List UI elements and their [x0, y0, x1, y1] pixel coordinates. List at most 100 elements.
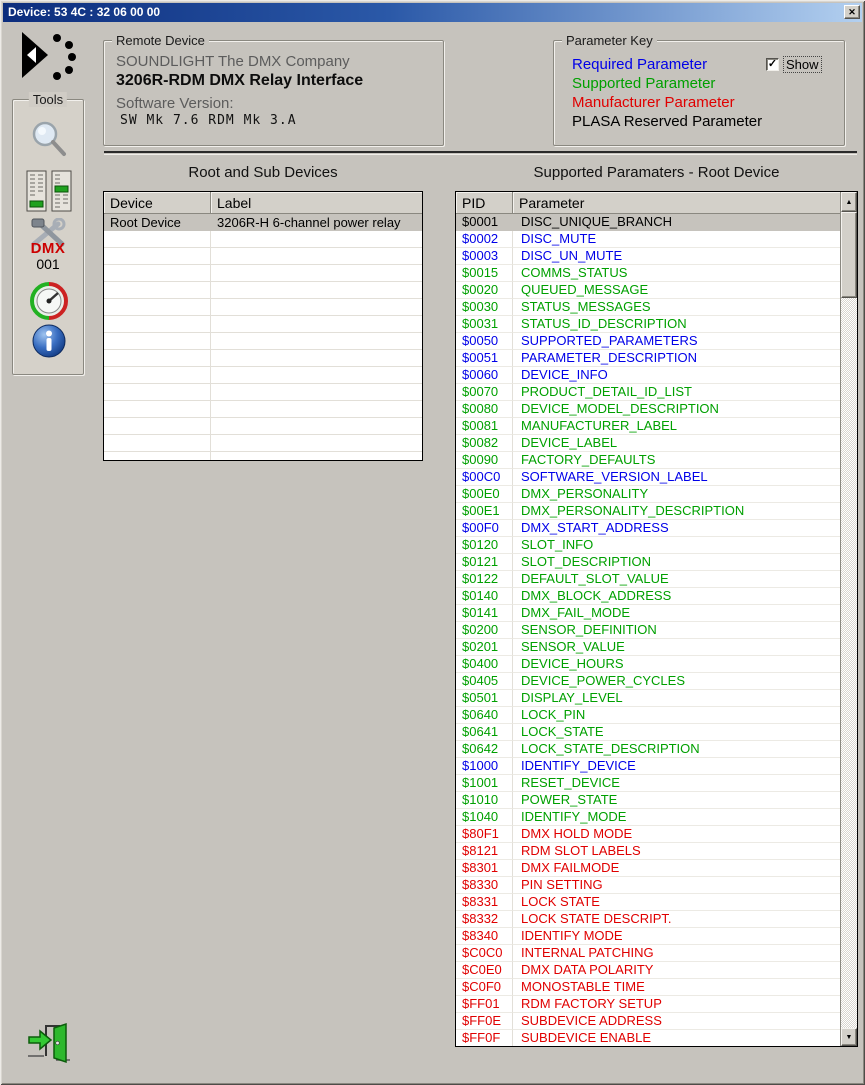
parameter-row[interactable]: $0642 LOCK_STATE_DESCRIPTION — [456, 741, 840, 758]
device-row[interactable]: Root Device 3206R-H 6-channel power relay — [104, 214, 422, 231]
device-row-empty[interactable] — [104, 231, 422, 248]
device-row-empty[interactable] — [104, 418, 422, 435]
parameter-row[interactable]: $00C0 SOFTWARE_VERSION_LABEL — [456, 469, 840, 486]
parameter-row[interactable]: $00F0 DMX_START_ADDRESS — [456, 520, 840, 537]
parameter-row[interactable]: $80F1 DMX HOLD MODE — [456, 826, 840, 843]
parameter-row[interactable]: $0020 QUEUED_MESSAGE — [456, 282, 840, 299]
parameter-row[interactable]: $FF0E SUBDEVICE ADDRESS — [456, 1013, 840, 1030]
parameter-row[interactable]: $1040 IDENTIFY_MODE — [456, 809, 840, 826]
parameter-row[interactable]: $0060 DEVICE_INFO — [456, 367, 840, 384]
device-cell — [211, 316, 422, 333]
device-row-empty[interactable] — [104, 282, 422, 299]
parameter-name: DMX_START_ADDRESS — [513, 520, 840, 537]
parameter-row[interactable]: $0090 FACTORY_DEFAULTS — [456, 452, 840, 469]
device-row-empty[interactable] — [104, 452, 422, 460]
parameter-row[interactable]: $0405 DEVICE_POWER_CYCLES — [456, 673, 840, 690]
parameter-row[interactable]: $0121 SLOT_DESCRIPTION — [456, 554, 840, 571]
parameter-row[interactable]: $1001 RESET_DEVICE — [456, 775, 840, 792]
scrollbar-thumb[interactable] — [841, 212, 857, 298]
parameter-row[interactable]: $0640 LOCK_PIN — [456, 707, 840, 724]
parameter-name: COMMS_STATUS — [513, 265, 840, 282]
parameter-row[interactable]: $0140 DMX_BLOCK_ADDRESS — [456, 588, 840, 605]
device-row-empty[interactable] — [104, 316, 422, 333]
close-button[interactable]: ✕ — [844, 5, 860, 19]
parameter-pid: $00C0 — [456, 469, 513, 486]
parameter-row[interactable]: $0082 DEVICE_LABEL — [456, 435, 840, 452]
device-row-empty[interactable] — [104, 333, 422, 350]
dmx-faders-tool-icon[interactable] — [26, 170, 72, 212]
device-row-empty[interactable] — [104, 435, 422, 452]
parameter-row[interactable]: $0200 SENSOR_DEFINITION — [456, 622, 840, 639]
parameter-row[interactable]: $8301 DMX FAILMODE — [456, 860, 840, 877]
search-tool-icon[interactable] — [30, 120, 68, 158]
column-header-device[interactable]: Device — [104, 192, 211, 214]
exit-door-icon[interactable] — [26, 1020, 72, 1066]
device-row-empty[interactable] — [104, 248, 422, 265]
parameter-row[interactable]: $0400 DEVICE_HOURS — [456, 656, 840, 673]
parameter-name: DMX_BLOCK_ADDRESS — [513, 588, 840, 605]
parameter-row[interactable]: $0081 MANUFACTURER_LABEL — [456, 418, 840, 435]
parameter-row[interactable]: $0141 DMX_FAIL_MODE — [456, 605, 840, 622]
parameters-table-header: PID Parameter — [456, 192, 840, 214]
parameter-row[interactable]: $0501 DISPLAY_LEVEL — [456, 690, 840, 707]
parameter-pid: $8332 — [456, 911, 513, 928]
parameter-pid: $0501 — [456, 690, 513, 707]
parameter-row[interactable]: $C0F0 MONOSTABLE TIME — [456, 979, 840, 996]
device-row-empty[interactable] — [104, 401, 422, 418]
parameter-name: LOCK_STATE — [513, 724, 840, 741]
title-bar[interactable]: Device: 53 4C : 32 06 00 00 ✕ — [3, 3, 862, 22]
device-row-empty[interactable] — [104, 265, 422, 282]
parameter-row[interactable]: $0030 STATUS_MESSAGES — [456, 299, 840, 316]
parameter-row[interactable]: $FF01 RDM FACTORY SETUP — [456, 996, 840, 1013]
device-row-empty[interactable] — [104, 384, 422, 401]
parameter-name: IDENTIFY_DEVICE — [513, 758, 840, 775]
parameter-row[interactable]: $0122 DEFAULT_SLOT_VALUE — [456, 571, 840, 588]
parameter-row[interactable]: $8340 IDENTIFY MODE — [456, 928, 840, 945]
parameter-name: DEVICE_HOURS — [513, 656, 840, 673]
device-row-empty[interactable] — [104, 350, 422, 367]
column-header-parameter[interactable]: Parameter — [513, 192, 840, 214]
parameter-row[interactable]: $0120 SLOT_INFO — [456, 537, 840, 554]
column-header-label[interactable]: Label — [211, 192, 422, 214]
parameter-name: DEVICE_INFO — [513, 367, 840, 384]
scroll-up-icon: ▲ — [845, 199, 853, 206]
show-checkbox[interactable]: ✓ Show — [766, 56, 822, 73]
parameter-row[interactable]: $8121 RDM SLOT LABELS — [456, 843, 840, 860]
parameter-row[interactable]: $0051 PARAMETER_DESCRIPTION — [456, 350, 840, 367]
parameter-row[interactable]: $1000 IDENTIFY_DEVICE — [456, 758, 840, 775]
parameter-row[interactable]: $00E1 DMX_PERSONALITY_DESCRIPTION — [456, 503, 840, 520]
scroll-up-button[interactable]: ▲ — [841, 192, 857, 212]
parameter-row[interactable]: $8332 LOCK STATE DESCRIPT. — [456, 911, 840, 928]
parameter-row[interactable]: $0001 DISC_UNIQUE_BRANCH — [456, 214, 840, 231]
parameter-pid: $0140 — [456, 588, 513, 605]
parameter-row[interactable]: $8331 LOCK STATE — [456, 894, 840, 911]
software-version-value: SW Mk 7.6 RDM Mk 3.A — [120, 113, 297, 128]
parameter-row[interactable]: $00E0 DMX_PERSONALITY — [456, 486, 840, 503]
parameter-row[interactable]: $0070 PRODUCT_DETAIL_ID_LIST — [456, 384, 840, 401]
checkbox-check-icon[interactable]: ✓ — [766, 58, 779, 71]
parameter-row[interactable]: $0003 DISC_UN_MUTE — [456, 248, 840, 265]
parameter-row[interactable]: $0641 LOCK_STATE — [456, 724, 840, 741]
parameter-row[interactable]: $FF0F SUBDEVICE ENABLE — [456, 1030, 840, 1046]
parameter-row[interactable]: $1010 POWER_STATE — [456, 792, 840, 809]
parameter-row[interactable]: $0002 DISC_MUTE — [456, 231, 840, 248]
parameter-pid: $FF0E — [456, 1013, 513, 1030]
device-row-empty[interactable] — [104, 299, 422, 316]
parameter-row[interactable]: $0080 DEVICE_MODEL_DESCRIPTION — [456, 401, 840, 418]
parameter-row[interactable]: $0015 COMMS_STATUS — [456, 265, 840, 282]
device-row-empty[interactable] — [104, 367, 422, 384]
parameter-pid: $0003 — [456, 248, 513, 265]
parameter-name: DISC_UNIQUE_BRANCH — [521, 214, 672, 229]
parameter-row[interactable]: $C0C0 INTERNAL PATCHING — [456, 945, 840, 962]
parameter-row[interactable]: $0050 SUPPORTED_PARAMETERS — [456, 333, 840, 350]
column-header-pid[interactable]: PID — [456, 192, 513, 214]
info-tool-icon[interactable] — [32, 324, 66, 358]
parameter-row[interactable]: $8330 PIN SETTING — [456, 877, 840, 894]
parameter-row[interactable]: $0201 SENSOR_VALUE — [456, 639, 840, 656]
parameter-name: DMX_PERSONALITY_DESCRIPTION — [513, 503, 840, 520]
parameter-row[interactable]: $C0E0 DMX DATA POLARITY — [456, 962, 840, 979]
parameter-row[interactable]: $0031 STATUS_ID_DESCRIPTION — [456, 316, 840, 333]
parameters-scrollbar[interactable]: ▲ ▼ — [840, 192, 857, 1046]
scroll-down-button[interactable]: ▼ — [841, 1028, 857, 1046]
monitor-gauge-tool-icon[interactable] — [30, 282, 68, 320]
